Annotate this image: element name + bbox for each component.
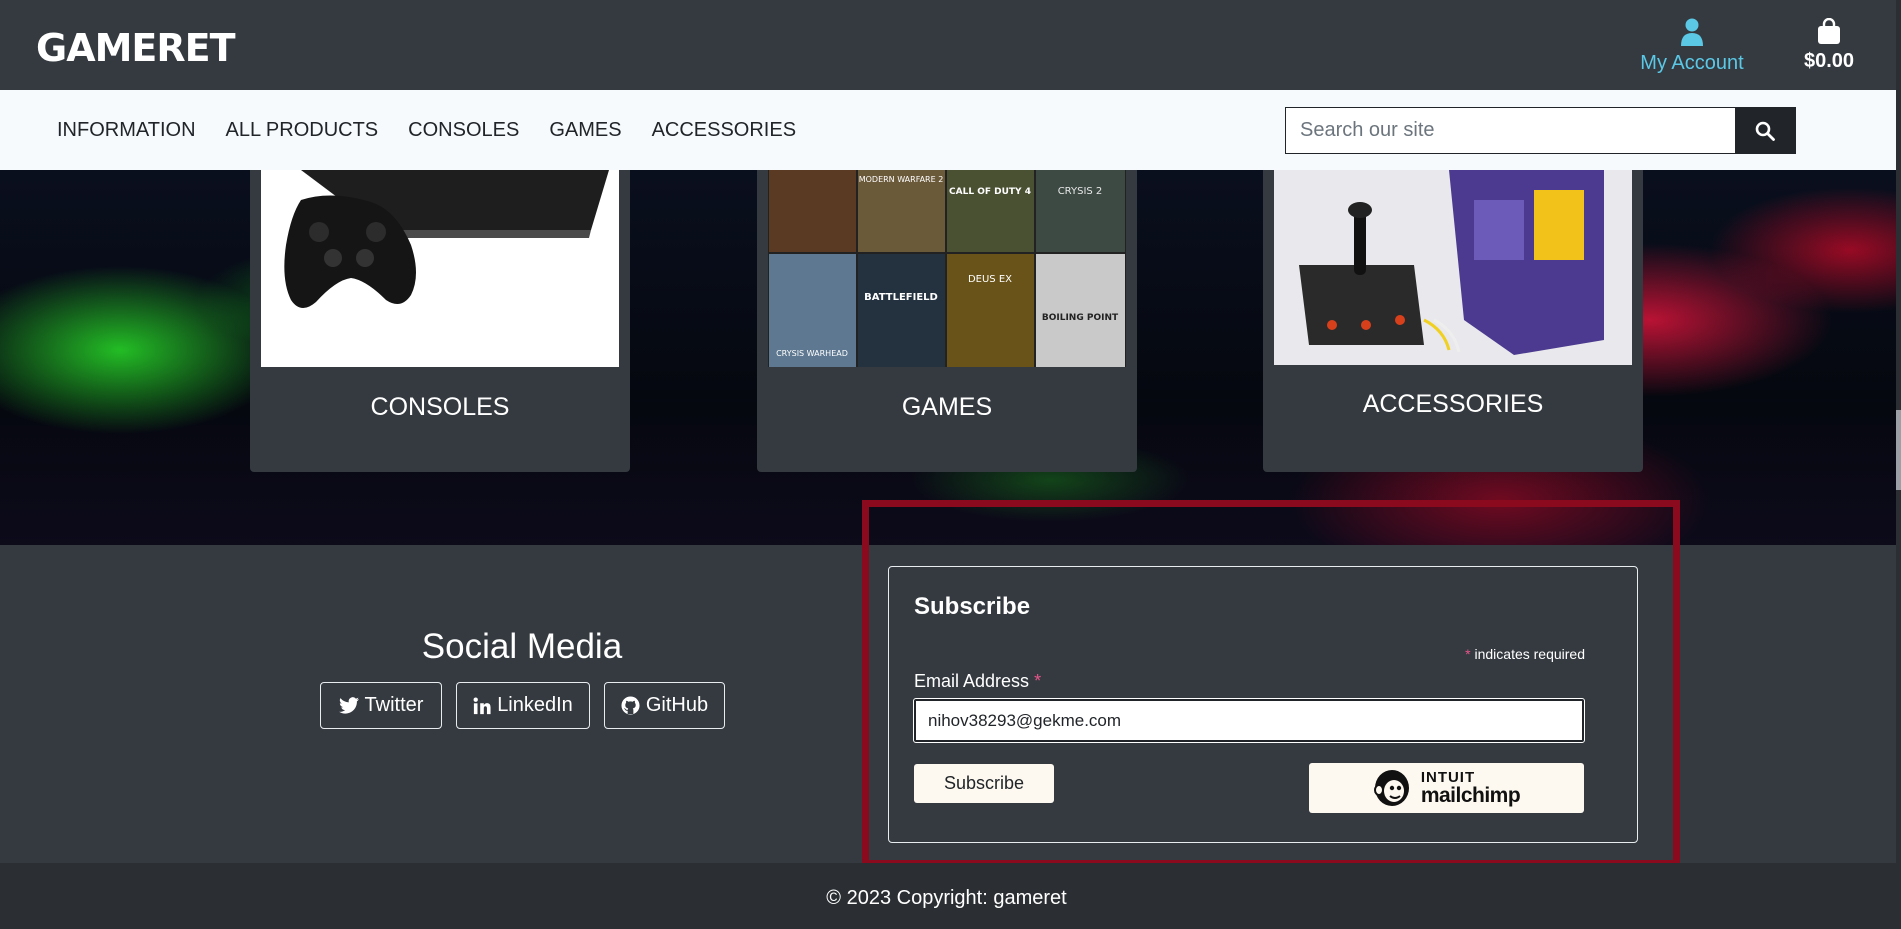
game-cover-title: CRYSIS WARHEAD bbox=[776, 349, 848, 358]
nav-all-products[interactable]: ALL PRODUCTS bbox=[226, 119, 379, 142]
category-card-consoles[interactable]: CONSOLES bbox=[250, 170, 630, 472]
game-cover-title: CALL OF DUTY 4 bbox=[949, 187, 1031, 197]
nav-accessories[interactable]: ACCESSORIES bbox=[652, 119, 796, 142]
my-account-label: My Account bbox=[1640, 52, 1744, 74]
email-field[interactable] bbox=[913, 698, 1585, 743]
category-label-accessories: ACCESSORIES bbox=[1362, 390, 1544, 418]
console-controller-image bbox=[261, 170, 619, 367]
nav-games[interactable]: GAMES bbox=[549, 119, 621, 142]
required-asterisk: * bbox=[1465, 646, 1471, 662]
category-card-games[interactable]: MODERN WARFARE 2 CALL OF DUTY 4 CRYSIS 2… bbox=[757, 170, 1137, 472]
cart-link[interactable]: $0.00 bbox=[1796, 18, 1862, 73]
copyright-bar: © 2023 Copyright: gameret bbox=[0, 863, 1901, 929]
category-label-consoles: CONSOLES bbox=[370, 393, 510, 421]
category-card-accessories[interactable]: ACCESSORIES bbox=[1263, 170, 1643, 472]
required-note-text: indicates required bbox=[1474, 646, 1585, 662]
game-covers-collage-image: MODERN WARFARE 2 CALL OF DUTY 4 CRYSIS 2… bbox=[768, 170, 1126, 367]
mailchimp-badge[interactable]: INTUIT mailchimp bbox=[1309, 763, 1584, 813]
github-icon bbox=[621, 696, 640, 715]
joystick-accessory-image bbox=[1274, 170, 1632, 365]
shopping-bag-icon bbox=[1818, 18, 1840, 44]
game-cover-title: MODERN WARFARE 2 bbox=[859, 175, 944, 184]
search-icon bbox=[1755, 121, 1775, 141]
my-account-link[interactable]: My Account bbox=[1630, 18, 1754, 75]
user-icon bbox=[1681, 18, 1703, 46]
copyright-text: © 2023 Copyright: gameret bbox=[826, 887, 1067, 909]
subscribe-form: Subscribe * indicates required Email Add… bbox=[888, 566, 1638, 843]
search-button[interactable] bbox=[1735, 108, 1795, 153]
twitter-icon bbox=[338, 697, 359, 714]
subscribe-button[interactable]: Subscribe bbox=[914, 764, 1054, 803]
nav-consoles[interactable]: CONSOLES bbox=[408, 119, 519, 142]
linkedin-label: LinkedIn bbox=[497, 694, 573, 716]
linkedin-button[interactable]: LinkedIn bbox=[456, 682, 590, 729]
category-label-games: GAMES bbox=[901, 393, 993, 421]
email-label-text: Email Address bbox=[914, 671, 1030, 691]
cart-total: $0.00 bbox=[1803, 50, 1855, 72]
game-cover-title: CRYSIS 2 bbox=[1058, 186, 1103, 197]
intuit-text: INTUIT bbox=[1420, 769, 1476, 786]
game-cover-title: DEUS EX bbox=[968, 274, 1012, 285]
required-note: * indicates required bbox=[1465, 646, 1585, 662]
mailchimp-text: mailchimp bbox=[1420, 784, 1521, 807]
email-required-asterisk: * bbox=[1034, 671, 1042, 691]
mailchimp-icon bbox=[1373, 770, 1409, 806]
game-cover-title: BOILING POINT bbox=[1042, 313, 1119, 323]
search-input[interactable] bbox=[1286, 108, 1735, 153]
email-label: Email Address * bbox=[914, 671, 1041, 692]
github-button[interactable]: GitHub bbox=[604, 682, 725, 729]
site-logo[interactable]: GAMERET bbox=[36, 26, 236, 70]
social-media-title: Social Media bbox=[421, 627, 623, 666]
twitter-label: Twitter bbox=[364, 694, 424, 716]
search-form bbox=[1285, 107, 1796, 154]
subscribe-title: Subscribe bbox=[914, 593, 1031, 620]
github-label: GitHub bbox=[645, 694, 709, 716]
linkedin-icon bbox=[473, 697, 491, 714]
top-header: GAMERET My Account $0.00 bbox=[0, 0, 1901, 90]
scrollbar-thumb[interactable] bbox=[1896, 410, 1901, 490]
game-cover-title: BATTLEFIELD bbox=[864, 292, 938, 303]
hero-banner: CONSOLES MODERN WARFARE 2 CALL OF DUTY 4… bbox=[0, 170, 1901, 545]
nav-information[interactable]: INFORMATION bbox=[57, 119, 196, 142]
twitter-button[interactable]: Twitter bbox=[320, 682, 442, 729]
